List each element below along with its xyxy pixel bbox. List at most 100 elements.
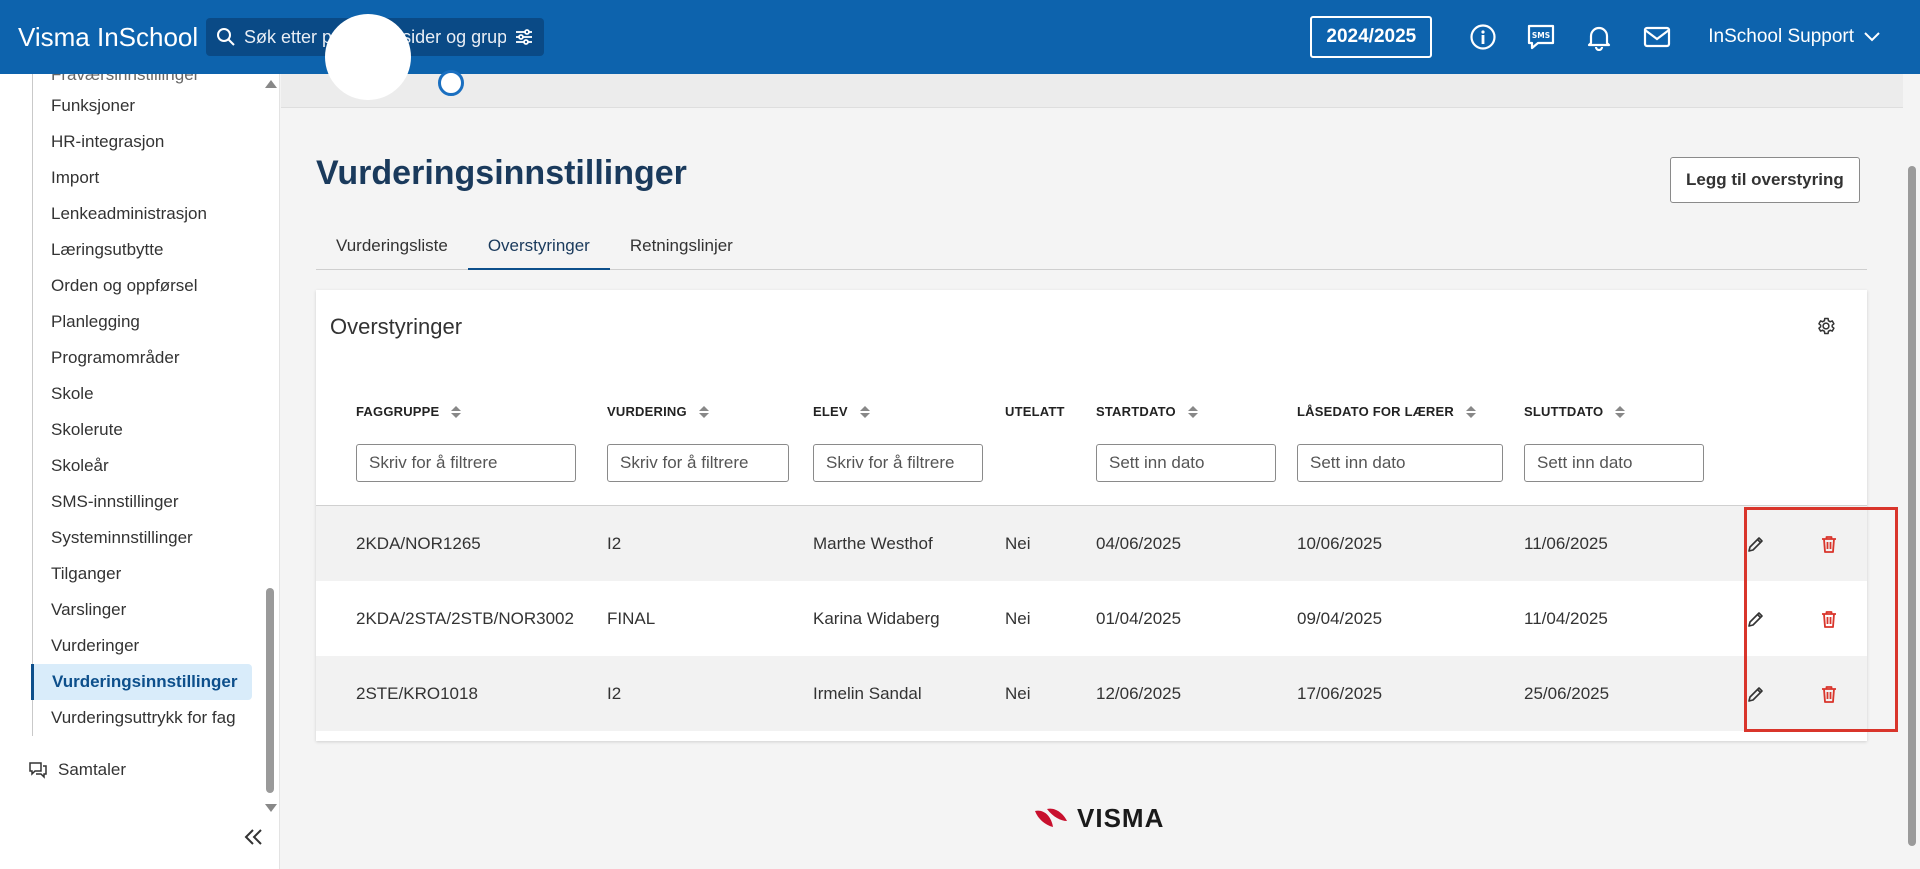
main-scroll-thumb[interactable]: [1908, 166, 1916, 846]
sidebar-scroll-thumb[interactable]: [266, 588, 274, 793]
table-cell-laase: 09/04/2025: [1297, 609, 1383, 628]
table-cell-start: 12/06/2025: [1096, 684, 1182, 703]
sort-icon[interactable]: [1615, 405, 1626, 418]
edit-pencil-icon[interactable]: [1746, 581, 1766, 656]
table-cell-utelatt: Nei: [1005, 534, 1031, 553]
column-header[interactable]: ELEV: [813, 404, 870, 419]
sidebar-item-link[interactable]: Vurderinger: [33, 628, 252, 664]
svg-text:SMS: SMS: [1532, 31, 1550, 40]
sort-icon[interactable]: [1465, 405, 1476, 418]
school-year-button[interactable]: 2024/2025: [1310, 16, 1433, 58]
table-cell-faggruppe: 2STE/KRO1018: [356, 684, 478, 703]
table-row: 2KDA/NOR1265 I2 Marthe Westhof Nei 04/06/202…: [316, 506, 1867, 581]
column-header-label: SLUTTDATO: [1524, 404, 1604, 419]
collapse-sidebar-icon[interactable]: [244, 828, 264, 851]
sidebar-item-link[interactable]: Import: [33, 160, 252, 196]
sort-icon[interactable]: [698, 405, 709, 418]
column-header: UTELATT: [1005, 404, 1065, 419]
brand-title[interactable]: Visma InSchool: [0, 22, 206, 53]
avatar: [325, 14, 411, 100]
sidebar-item-link[interactable]: Funksjoner: [33, 88, 252, 124]
date-filter-input[interactable]: [1096, 444, 1276, 482]
table-row: 2STE/KRO1018 I2 Irmelin Sandal Nei 12/06/202…: [316, 656, 1867, 731]
scroll-down-arrow-icon[interactable]: [265, 804, 277, 812]
sort-icon[interactable]: [451, 405, 462, 418]
sidebar-item-link[interactable]: Orden og oppførsel: [33, 268, 252, 304]
table-cell-utelatt: Nei: [1005, 684, 1031, 703]
sidebar-nav: Fraværsinnstillinger Funksjoner HR-integra…: [31, 74, 252, 736]
edit-pencil-icon[interactable]: [1746, 506, 1766, 581]
table-cell-utelatt: Nei: [1005, 609, 1031, 628]
edit-pencil-icon[interactable]: [1746, 656, 1766, 731]
delete-trash-icon[interactable]: [1820, 656, 1838, 731]
column-header[interactable]: FAGGRUPPE: [356, 404, 462, 419]
sort-icon[interactable]: [859, 405, 870, 418]
table-cell-faggruppe: 2KDA/NOR1265: [356, 534, 481, 553]
gear-icon[interactable]: [1816, 316, 1836, 341]
edit-badge-icon[interactable]: [438, 70, 464, 96]
table-cell-slutt: 11/06/2025: [1524, 534, 1608, 553]
column-header[interactable]: SLUTTDATO: [1524, 404, 1626, 419]
table-cell-elev: Karina Widaberg: [813, 609, 940, 628]
sidebar-item-link[interactable]: Vurderingsuttrykk for fag: [33, 700, 252, 736]
table-cell-vurdering: I2: [607, 534, 622, 553]
text-filter-input[interactable]: [607, 444, 789, 482]
delete-trash-icon[interactable]: [1820, 506, 1838, 581]
column-header-label: STARTDATO: [1096, 404, 1176, 419]
filter-settings-icon[interactable]: [514, 27, 534, 47]
sidebar-item-link[interactable]: Lenkeadministrasjon: [33, 196, 252, 232]
overrides-card: Overstyringer FAGGRUPPE VURDERING ELEV UTEL…: [316, 290, 1898, 741]
visma-logo: VISMA: [1033, 803, 1164, 834]
table-header: FAGGRUPPE VURDERING ELEV UTELATT STARTDATO LÅ…: [316, 374, 1867, 506]
sidebar: Fraværsinnstillinger Funksjoner HR-integra…: [0, 74, 280, 869]
table-cell-start: 04/06/2025: [1096, 534, 1182, 553]
visma-logo-text: VISMA: [1077, 803, 1165, 833]
main-scrollbar[interactable]: [1904, 74, 1920, 869]
sidebar-item-link[interactable]: Varslinger: [33, 592, 252, 628]
add-override-button[interactable]: Legg til overstyring: [1670, 157, 1860, 203]
sort-icon[interactable]: [1187, 405, 1198, 418]
sidebar-item-link[interactable]: Programområder: [33, 340, 252, 376]
text-filter-input[interactable]: [813, 444, 983, 482]
scroll-up-arrow-icon[interactable]: [265, 80, 277, 88]
sidebar-item-link[interactable]: HR-integrasjon: [33, 124, 252, 160]
tab-retningslinjer[interactable]: Retningslinjer: [610, 222, 753, 270]
bell-icon[interactable]: [1581, 19, 1617, 55]
column-header-label: UTELATT: [1005, 404, 1065, 419]
sms-icon[interactable]: SMS: [1523, 19, 1559, 55]
sidebar-item-link[interactable]: Skolerute: [33, 412, 252, 448]
user-menu[interactable]: InSchool Support: [1708, 26, 1880, 48]
sidebar-item-link[interactable]: Skoleår: [33, 448, 252, 484]
table-cell-elev: Marthe Westhof: [813, 534, 933, 553]
sidebar-item-link[interactable]: Læringsutbytte: [33, 232, 252, 268]
info-icon[interactable]: [1465, 19, 1501, 55]
sidebar-item-samtaler[interactable]: Samtaler: [28, 760, 126, 780]
tab-overstyringer[interactable]: Overstyringer: [467, 222, 610, 270]
mail-icon[interactable]: [1639, 19, 1675, 55]
table-cell-laase: 17/06/2025: [1297, 684, 1383, 703]
sidebar-item-link[interactable]: Systeminnstillinger: [33, 520, 252, 556]
column-header[interactable]: VURDERING: [607, 404, 709, 419]
tab-vurderingsliste[interactable]: Vurderingsliste: [316, 222, 468, 270]
table-body: 2KDA/NOR1265 I2 Marthe Westhof Nei 04/06/202…: [316, 506, 1898, 734]
sidebar-item-link[interactable]: SMS-innstillinger: [33, 484, 252, 520]
sidebar-item-label: Samtaler: [58, 760, 127, 779]
sidebar-scrollbar[interactable]: [264, 74, 277, 812]
visma-logo-mark-icon: [1035, 808, 1067, 827]
column-header[interactable]: STARTDATO: [1096, 404, 1198, 419]
sidebar-item-active[interactable]: Vurderingsinnstillinger: [31, 664, 252, 700]
table-cell-slutt: 25/06/2025: [1524, 684, 1610, 703]
sidebar-item-link[interactable]: Fraværsinnstillinger: [33, 74, 252, 88]
date-filter-input[interactable]: [1297, 444, 1503, 482]
column-header-label: LÅSEDATO FOR LÆRER: [1297, 404, 1454, 419]
date-filter-input[interactable]: [1524, 444, 1704, 482]
page-title: Vurderingsinnstillinger: [316, 154, 687, 192]
sidebar-item-link[interactable]: Tilganger: [33, 556, 252, 592]
user-name: InSchool Support: [1708, 26, 1854, 47]
delete-trash-icon[interactable]: [1820, 581, 1838, 656]
text-filter-input[interactable]: [356, 444, 576, 482]
sidebar-item-link[interactable]: Planlegging: [33, 304, 252, 340]
table-cell-elev: Irmelin Sandal: [813, 684, 922, 703]
column-header[interactable]: LÅSEDATO FOR LÆRER: [1297, 404, 1476, 419]
sidebar-item-link[interactable]: Skole: [33, 376, 252, 412]
